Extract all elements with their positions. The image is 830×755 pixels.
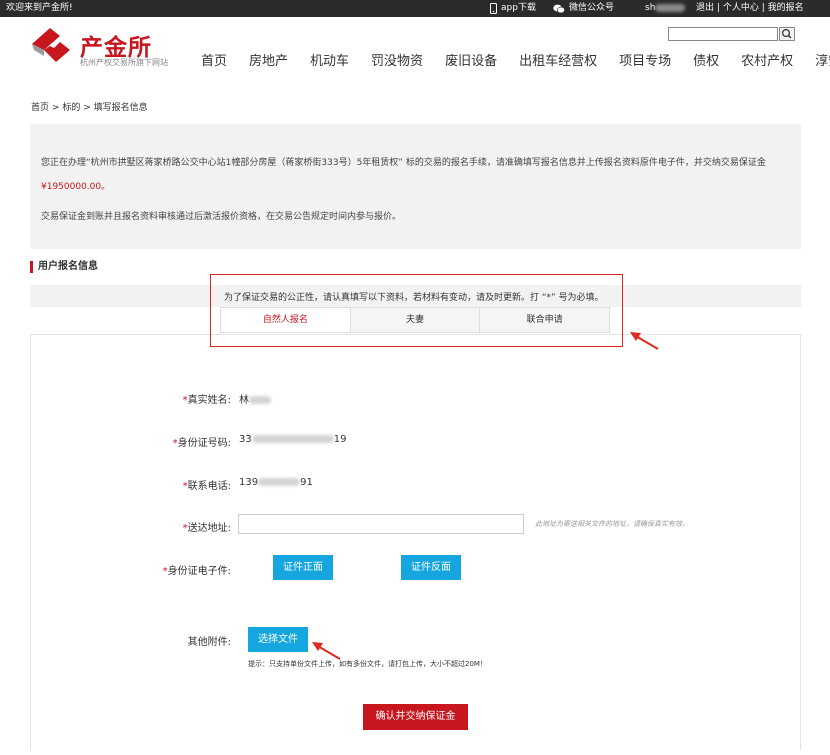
phone-label-text: 联系电话: [187, 481, 231, 492]
nav-item-taxi[interactable]: 出租车经营权 [519, 50, 597, 70]
idcard-back-button[interactable]: 证件反面 [401, 555, 461, 580]
site-logo[interactable]: 产金所 杭州产权交易所旗下网站 [30, 26, 190, 70]
nav-item-debt[interactable]: 债权 [693, 50, 719, 70]
breadcrumb-home[interactable]: 首页 [31, 103, 49, 113]
id-prefix: 33 [239, 434, 252, 445]
phone-blur [258, 478, 301, 486]
my-registration-link[interactable]: 我的报名 [768, 3, 804, 13]
search-input[interactable] [668, 27, 778, 41]
user-links: 退出 | 个人中心 | 我的报名 [696, 0, 804, 17]
wechat-icon [553, 4, 565, 13]
submit-deposit-button[interactable]: 确认并交纳保证金 [363, 704, 468, 730]
top-bar: 欢迎来到产金所! app下载 微信公众号 sh 退出 | 个人中心 | 我的报名 [0, 0, 830, 17]
info-box: 您正在办理“杭州市拱墅区蒋家桥路公交中心站1幢部分房屋（蒋家桥街333号）5年租… [30, 124, 801, 249]
idcard-label: *身份证电子件: [111, 562, 231, 577]
wechat-link[interactable]: 微信公众号 [553, 0, 614, 17]
search-button[interactable] [779, 27, 795, 41]
separator: | [761, 3, 765, 13]
separator: | [716, 3, 720, 13]
username-text: sh [645, 3, 656, 13]
personal-center-link[interactable]: 个人中心 [723, 3, 759, 13]
phone-value: 139 91 [239, 477, 313, 488]
address-label-text: 送达地址: [187, 523, 231, 534]
nav-item-projects[interactable]: 项目专场 [619, 50, 671, 70]
search-icon [781, 28, 792, 39]
highlight-box [210, 274, 623, 347]
phone-suffix: 91 [300, 477, 313, 488]
main-nav: 首页 房地产 机动车 罚没物资 废旧设备 出租车经营权 项目专场 债权 农村产权… [190, 50, 830, 70]
annotation-arrow-icon [630, 332, 659, 350]
nav-item-home[interactable]: 首页 [201, 50, 227, 70]
nav-item-confiscated[interactable]: 罚没物资 [371, 50, 423, 70]
address-hint: 此地址为寄送相关文件的地址，请确保真实有效。 [535, 520, 689, 528]
phone-icon [490, 3, 497, 14]
idcard-front-button[interactable]: 证件正面 [273, 555, 333, 580]
name-value: 林 [239, 391, 271, 406]
phone-prefix: 139 [239, 477, 259, 488]
breadcrumb-sep: > [83, 103, 91, 113]
logout-link[interactable]: 退出 [696, 3, 714, 13]
upload-tip: 提示：只支持单份文件上传，如有多份文件，请打包上传，大小不超过20M！ [248, 660, 487, 668]
id-label: *身份证号码: [111, 434, 231, 449]
id-blur [251, 435, 334, 443]
choose-file-button[interactable]: 选择文件 [248, 627, 308, 652]
nav-item-equipment[interactable]: 废旧设备 [445, 50, 497, 70]
welcome-text: 欢迎来到产金所! [6, 3, 73, 13]
search-box [668, 27, 796, 41]
username[interactable]: sh [645, 0, 686, 17]
app-download-link[interactable]: app下载 [490, 0, 536, 17]
deposit-amount: ¥1950000.00。 [41, 182, 111, 192]
name-value-text: 林 [239, 395, 249, 406]
id-value: 33 19 [239, 434, 346, 445]
name-label: *真实姓名: [111, 391, 231, 406]
name-label-text: 真实姓名: [187, 395, 231, 406]
name-blur [249, 396, 271, 404]
nav-item-real-estate[interactable]: 房地产 [249, 50, 288, 70]
idcard-label-text: 身份证电子件: [167, 566, 231, 577]
nav-item-vehicle[interactable]: 机动车 [310, 50, 349, 70]
nav-item-chunan[interactable]: 淳安产权 [815, 50, 830, 70]
attachment-label: 其他附件: [187, 637, 231, 648]
logo-mark-icon [32, 28, 70, 62]
breadcrumb-sep: > [51, 103, 60, 113]
breadcrumb: 首页 > 标的 > 填写报名信息 [31, 100, 148, 113]
nav-item-rural[interactable]: 农村产权 [741, 50, 793, 70]
address-label: *送达地址: [111, 519, 231, 534]
breadcrumb-current: 填写报名信息 [93, 103, 148, 113]
id-label-text: 身份证号码: [177, 438, 231, 449]
address-input[interactable] [238, 514, 524, 534]
username-blur [655, 3, 686, 12]
phone-label: *联系电话: [111, 477, 231, 492]
info-line-2: 交易保证金到账并且报名资料审核通过后激活报价资格，在交易公告规定时间内参与报价。 [41, 212, 402, 222]
breadcrumb-target[interactable]: 标的 [62, 103, 80, 113]
id-suffix: 19 [333, 434, 347, 445]
wechat-label: 微信公众号 [569, 3, 615, 13]
section-title: 用户报名信息 [30, 261, 98, 273]
info-line-1: 您正在办理“杭州市拱墅区蒋家桥路公交中心站1幢部分房屋（蒋家桥街333号）5年租… [41, 158, 766, 168]
app-download-label: app下载 [501, 3, 536, 13]
logo-subtitle: 杭州产权交易所旗下网站 [80, 58, 168, 67]
